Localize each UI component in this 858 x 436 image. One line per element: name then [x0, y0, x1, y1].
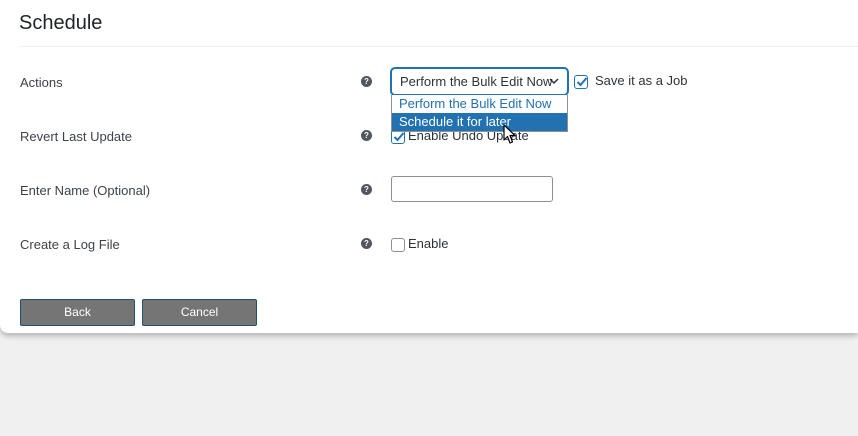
mouse-pointer-icon [503, 124, 517, 151]
revert-label: Revert Last Update [20, 129, 133, 144]
option-perform-now[interactable]: Perform the Bulk Edit Now [392, 95, 567, 113]
schedule-panel: Schedule Actions ? Perform the Bulk Edit… [0, 0, 858, 333]
cancel-button[interactable]: Cancel [142, 299, 257, 326]
name-input[interactable] [391, 176, 553, 202]
save-job-checkbox[interactable] [574, 75, 588, 89]
chevron-down-icon [549, 69, 559, 94]
option-schedule-later[interactable]: Schedule it for later [392, 113, 567, 131]
log-enable-checkbox[interactable] [391, 238, 405, 252]
back-button[interactable]: Back [20, 299, 135, 326]
log-enable-label: Enable [408, 236, 449, 251]
actions-label: Actions [20, 75, 63, 90]
undo-update-checkbox[interactable] [391, 130, 405, 144]
title-divider [19, 46, 858, 47]
save-job-label: Save it as a Job [595, 73, 688, 88]
name-label: Enter Name (Optional) [20, 183, 151, 198]
checkmark-icon [576, 77, 588, 87]
actions-dropdown: Perform the Bulk Edit Now Schedule it fo… [391, 95, 568, 132]
help-icon[interactable]: ? [361, 184, 372, 195]
help-icon[interactable]: ? [361, 238, 372, 249]
help-icon[interactable]: ? [361, 130, 372, 141]
help-icon[interactable]: ? [361, 76, 372, 87]
actions-select[interactable]: Perform the Bulk Edit Now [391, 68, 568, 95]
checkmark-icon [393, 132, 405, 142]
actions-select-value: Perform the Bulk Edit Now [400, 74, 553, 89]
section-title: Schedule [19, 12, 103, 34]
log-label: Create a Log File [20, 237, 120, 252]
